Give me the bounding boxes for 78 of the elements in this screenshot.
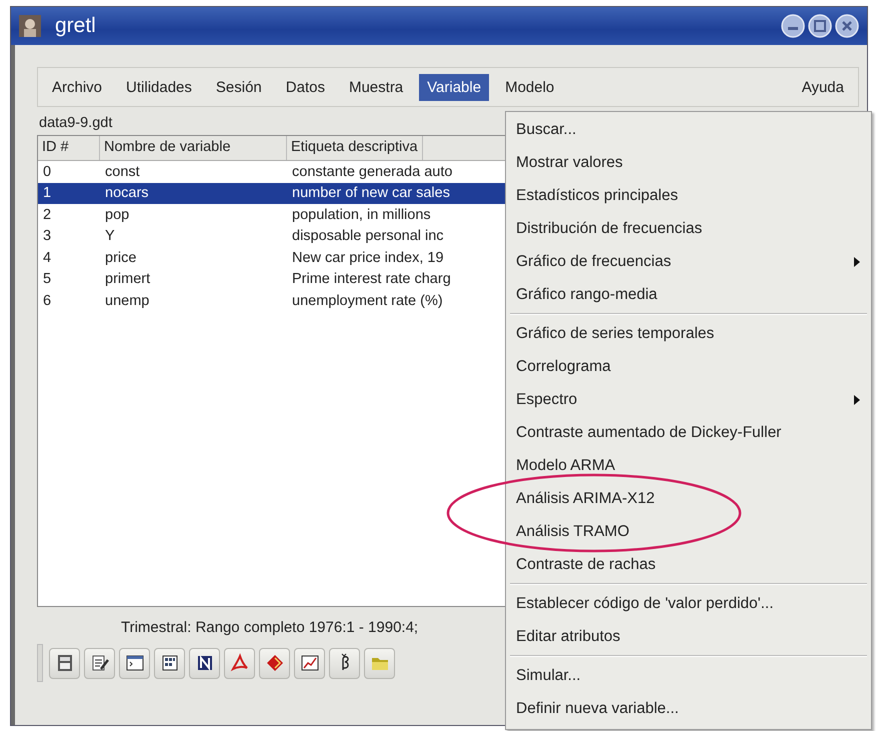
text-editor-icon	[90, 653, 110, 673]
table-row[interactable]: 1 nocars number of new car sales	[38, 182, 508, 204]
menu-item[interactable]: Utilidades	[118, 74, 200, 100]
menu-item[interactable]: Modelo	[497, 74, 562, 100]
table-row[interactable]: 3 Y disposable personal inc	[38, 226, 508, 247]
menu-option[interactable]: Definir nueva variable...	[506, 692, 871, 725]
column-header[interactable]: Nombre de variable	[100, 136, 287, 160]
file-name: data9-9.gdt	[39, 115, 112, 131]
menu-option[interactable]: Editar atributos	[506, 620, 871, 653]
table-cell-text: unemployment rate (%)	[291, 292, 443, 309]
maximize-button[interactable]	[808, 14, 832, 38]
toolbar-button[interactable]	[329, 648, 360, 678]
menu-option[interactable]: Contraste de rachas	[506, 548, 871, 581]
table-cell-text: constante generada auto	[291, 164, 452, 180]
menu-option[interactable]: Distribución de frecuencias	[506, 212, 871, 245]
table-row[interactable]: 4 price New car price index, 19	[38, 247, 508, 268]
table-cell-text: Prime interest rate charg	[291, 271, 451, 288]
menu-option[interactable]: Buscar...	[506, 113, 871, 146]
menu-option[interactable]: Estadísticos principales	[506, 179, 871, 212]
toolbar-button[interactable]	[154, 648, 185, 678]
menu-option[interactable]: Mostrar valores	[506, 146, 871, 179]
table-cell-text: primert	[104, 271, 152, 288]
submenu-arrow-icon	[853, 256, 861, 266]
table-cell-text: unemp	[104, 292, 150, 309]
table-cell-text: 4	[42, 250, 52, 266]
menu-option[interactable]: Establecer código de 'valor perdido'...	[506, 587, 871, 620]
menu-item[interactable]: Ayuda	[794, 74, 852, 100]
menu-option[interactable]: Análisis TRAMO	[506, 515, 871, 548]
table-cell-text: Y	[104, 228, 116, 244]
menu-option[interactable]: Correlograma	[506, 350, 871, 383]
menu-option[interactable]: Espectro	[516, 390, 578, 408]
menu-item[interactable]: Archivo	[44, 74, 110, 100]
table-cell-text: disposable personal inc	[291, 228, 444, 244]
toolbar-button[interactable]	[84, 648, 115, 678]
table-row[interactable]: 6 unemp unemployment rate (%)	[38, 290, 508, 312]
table-cell-text: population, in millions	[291, 206, 431, 223]
table-cell-text: price	[104, 250, 138, 266]
table-cell-text: 2	[42, 206, 52, 223]
toolbar-handle[interactable]	[37, 644, 43, 682]
toolbar-button[interactable]	[189, 648, 220, 678]
toolbar-button[interactable]	[294, 648, 325, 678]
table-cell-text: nocars	[104, 185, 150, 202]
terminal-icon	[124, 653, 144, 673]
table-cell-text: 1	[42, 185, 52, 202]
menu-item[interactable]: Variable	[419, 74, 490, 100]
menu-option[interactable]: Análisis ARIMA-X12	[506, 482, 871, 515]
menu-option[interactable]: Modelo ARMA	[506, 449, 871, 482]
table-cell-text: 0	[42, 164, 52, 180]
table-row[interactable]: 5 primert Prime interest rate charg	[38, 268, 508, 290]
table-cell-text: const	[104, 164, 141, 180]
window-title: gretl	[55, 14, 96, 38]
toolbar-button[interactable]	[49, 648, 80, 678]
table-cell-text: New car price index, 19	[291, 250, 444, 266]
grid-icon	[160, 653, 180, 673]
table-cell-text: number of new car sales	[291, 185, 450, 202]
table-cell-text: 5	[42, 271, 52, 288]
table-row[interactable]: 2 pop population, in millions	[38, 204, 508, 226]
menu-option[interactable]: Simular...	[506, 659, 871, 692]
menu-option[interactable]: Gráfico rango-media	[506, 278, 871, 311]
menu-option[interactable]: Gráfico de series temporales	[506, 317, 871, 350]
table-cell-text: 3	[42, 228, 52, 244]
app-icon	[19, 15, 41, 37]
menu-item[interactable]: Datos	[278, 74, 333, 100]
minimize-button[interactable]	[781, 14, 805, 38]
column-header[interactable]: ID #	[38, 136, 100, 160]
column-header[interactable]: Etiqueta descriptiva	[287, 136, 423, 160]
status-text: Trimestral: Rango completo 1976:1 - 1990:4;	[121, 619, 418, 636]
menu-option[interactable]: Contraste aumentado de Dickey-Fuller	[506, 416, 871, 449]
menu-item[interactable]: Sesión	[208, 74, 270, 100]
table-row[interactable]: 0 const constante generada auto	[38, 161, 508, 182]
table-cell-text: pop	[104, 206, 130, 223]
toolbar-button[interactable]	[119, 648, 150, 678]
chart-icon	[300, 653, 320, 673]
submenu-arrow-icon	[853, 394, 861, 404]
table-cell-text: 6	[42, 292, 52, 309]
close-button[interactable]	[835, 14, 859, 38]
menu-item[interactable]: Muestra	[340, 74, 412, 100]
menu-option[interactable]: Gráfico de frecuencias	[516, 252, 672, 270]
